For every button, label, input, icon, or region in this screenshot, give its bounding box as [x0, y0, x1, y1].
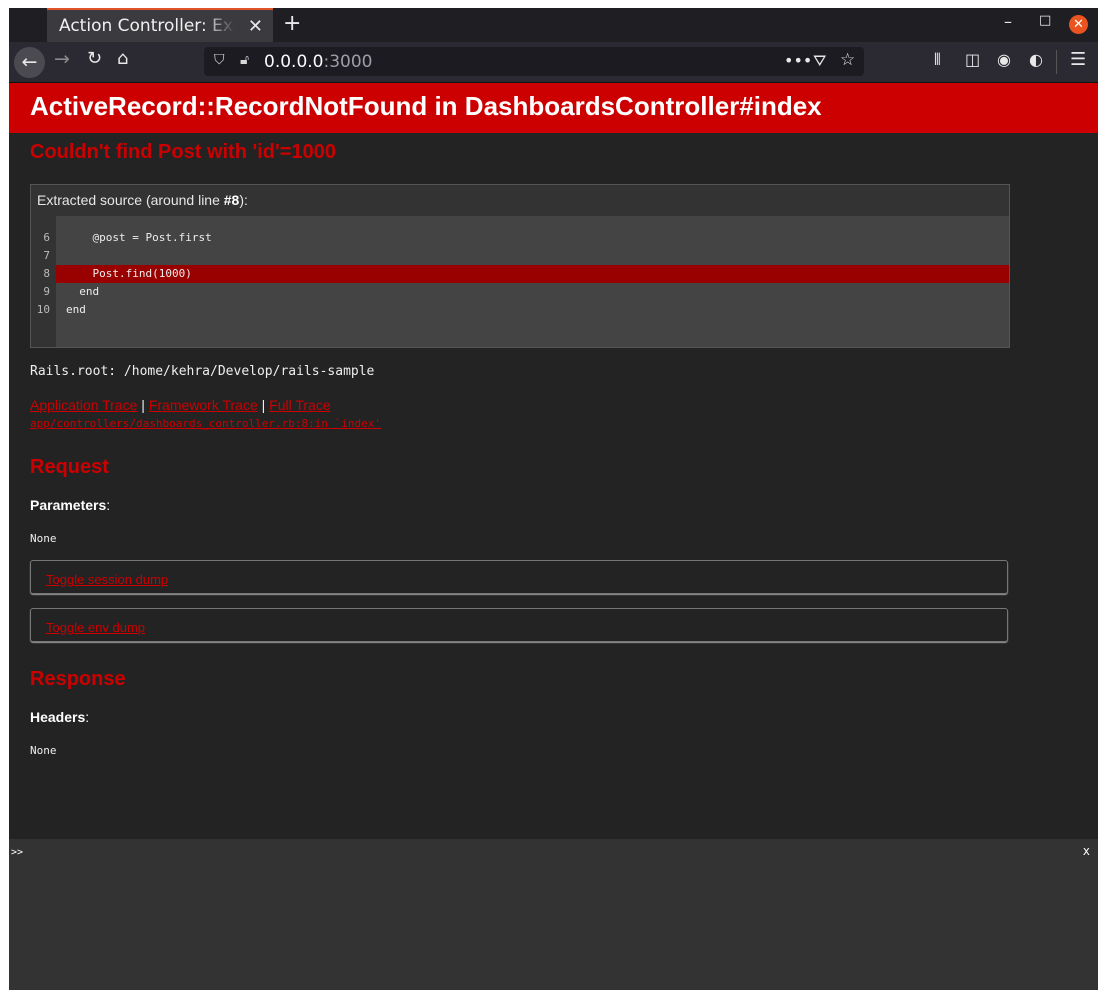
code-lines: @post = Post.first Post.find(1000) end e…	[56, 216, 1009, 347]
page-actions-icon[interactable]: •••	[784, 51, 812, 70]
parameters-value: None	[30, 532, 57, 545]
trace-separator: |	[141, 397, 145, 413]
error-header: ActiveRecord::RecordNotFound in Dashboar…	[9, 83, 1098, 133]
toolbar-divider	[1056, 50, 1057, 74]
library-icon[interactable]: ⫴	[934, 50, 941, 70]
parameters-label-text: Parameters	[30, 497, 107, 513]
tracking-shield-icon[interactable]: ⛉	[214, 52, 225, 68]
tab-bar: Action Controller: Exception caught ✕ + …	[9, 8, 1098, 42]
response-heading: Response	[30, 668, 126, 690]
extracted-source: Extracted source (around line #8): 6 7 8…	[30, 184, 1010, 348]
source-info-suffix: ):	[239, 192, 248, 208]
line-number: 6	[43, 231, 50, 244]
line-number: 7	[43, 249, 50, 262]
source-info-prefix: Extracted source (around line	[37, 192, 224, 208]
new-tab-button[interactable]: +	[283, 11, 301, 36]
trace-links: Application Trace | Framework Trace | Fu…	[30, 397, 1077, 430]
code-line-highlighted: Post.find(1000)	[56, 265, 1009, 283]
pocket-icon[interactable]: ⛛	[813, 51, 826, 71]
url-text[interactable]: 0.0.0.0:3000	[264, 52, 372, 72]
web-console[interactable]: >> x	[9, 839, 1098, 990]
headers-label-text: Headers	[30, 709, 86, 725]
line-number: 8	[43, 267, 50, 280]
application-trace-link[interactable]: Application Trace	[30, 397, 137, 413]
code-line: @post = Post.first	[66, 231, 212, 244]
back-button[interactable]: ←	[14, 47, 45, 78]
menu-icon[interactable]: ☰	[1070, 49, 1086, 70]
line-number: 9	[43, 285, 50, 298]
line-number: 10	[36, 303, 50, 316]
minimize-icon[interactable]: –	[1004, 12, 1012, 31]
error-message: Couldn't find Post with 'id'=1000	[30, 141, 336, 163]
navigation-bar: ← → ↻ ⌂ ⛉ 🔓︎ 0.0.0.0:3000 ••• ⛛ ☆ ⫴ ◫ ◉ …	[9, 42, 1098, 83]
code-line: end	[66, 303, 86, 316]
headers-value: None	[30, 744, 57, 757]
tab-title: Action Controller: Exception caught	[59, 16, 235, 36]
trace-separator: |	[261, 397, 266, 413]
maximize-icon[interactable]: □	[1039, 13, 1051, 28]
sidebar-icon[interactable]: ◫	[965, 50, 980, 69]
console-close-icon[interactable]: x	[1083, 844, 1090, 858]
env-dump-box: Toggle env dump	[30, 608, 1008, 642]
console-prompt[interactable]: >>	[11, 847, 23, 858]
url-bar[interactable]: ⛉ 🔓︎ 0.0.0.0:3000 ••• ⛛ ☆	[204, 47, 864, 76]
toggle-session-dump-link[interactable]: Toggle session dump	[46, 572, 168, 587]
extension-icon[interactable]: ◐	[1029, 50, 1043, 69]
account-icon[interactable]: ◉	[997, 50, 1011, 69]
bookmark-star-icon[interactable]: ☆	[840, 50, 855, 70]
source-line-ref: #8	[223, 192, 240, 208]
window-close-icon[interactable]: ✕	[1069, 15, 1088, 34]
browser-window: Action Controller: Exception caught ✕ + …	[9, 8, 1098, 990]
trace-path-link[interactable]: app/controllers/dashboards_controller.rb…	[30, 417, 1077, 430]
framework-trace-link[interactable]: Framework Trace	[149, 397, 258, 413]
insecure-lock-icon[interactable]: 🔓︎	[240, 52, 249, 68]
url-port: :3000	[323, 52, 373, 72]
request-heading: Request	[30, 456, 109, 478]
parameters-label: Parameters:	[30, 497, 111, 513]
headers-label: Headers:	[30, 709, 90, 725]
page-content: ActiveRecord::RecordNotFound in Dashboar…	[9, 83, 1098, 840]
tab-close-icon[interactable]: ✕	[248, 16, 263, 37]
session-dump-box: Toggle session dump	[30, 560, 1008, 594]
active-tab[interactable]: Action Controller: Exception caught ✕	[47, 8, 273, 42]
toggle-env-dump-link[interactable]: Toggle env dump	[46, 620, 145, 635]
forward-button[interactable]: →	[54, 48, 70, 70]
source-info: Extracted source (around line #8):	[31, 185, 1009, 216]
error-title: ActiveRecord::RecordNotFound in Dashboar…	[30, 91, 822, 121]
rails-root: Rails.root: /home/kehra/Develop/rails-sa…	[30, 364, 375, 379]
source-code: 6 7 8 9 10 @post = Post.first Post.find(…	[31, 216, 1009, 347]
url-host: 0.0.0.0	[264, 52, 324, 72]
full-trace-link[interactable]: Full Trace	[269, 397, 330, 413]
home-icon[interactable]: ⌂	[117, 48, 128, 69]
reload-icon[interactable]: ↻	[87, 48, 102, 69]
line-numbers: 6 7 8 9 10	[31, 216, 56, 347]
code-line: end	[66, 285, 100, 298]
